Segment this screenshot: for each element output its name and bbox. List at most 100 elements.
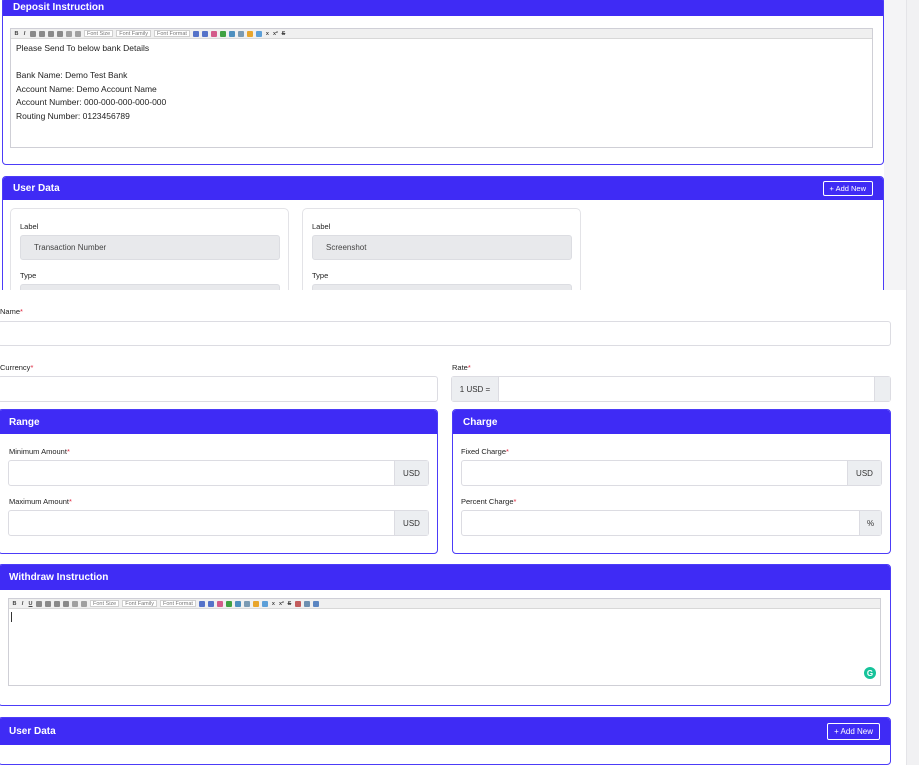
- withdraw-instruction-header: Withdraw Instruction: [0, 565, 890, 590]
- emoji-icon[interactable]: [252, 600, 259, 607]
- underline-button[interactable]: U: [28, 601, 33, 607]
- add-new-button-bottom[interactable]: + Add New: [827, 723, 880, 740]
- deposit-instruction-text[interactable]: Please Send To below bank Details Bank N…: [11, 39, 872, 126]
- currency-label: Currency*: [0, 363, 34, 372]
- lower-form-panel: Name* Currency* Rate* 1 USD = Range Mini…: [0, 290, 904, 765]
- currency-input[interactable]: [0, 376, 438, 402]
- min-amount-unit: USD: [394, 461, 428, 485]
- user-data-header-bottom: User Data + Add New: [0, 718, 890, 745]
- link-icon[interactable]: [234, 600, 241, 607]
- item-1-label-input: Transaction Number: [20, 235, 280, 260]
- withdraw-instruction-title: Withdraw Instruction: [9, 572, 109, 583]
- deposit-instruction-header: Deposit Instruction: [3, 0, 883, 16]
- fixed-charge-label: Fixed Charge*: [461, 447, 509, 456]
- max-amount-label: Maximum Amount*: [9, 497, 72, 506]
- min-amount-label: Minimum Amount*: [9, 447, 70, 456]
- indent-icon[interactable]: [192, 30, 199, 37]
- percent-charge-unit: %: [859, 511, 881, 535]
- subscript-icon[interactable]: x: [265, 31, 270, 37]
- deposit-editor-toolbar: B I Font Size Font Family Font Format x …: [11, 29, 872, 39]
- charge-header: Charge: [453, 410, 890, 434]
- unordered-list-icon[interactable]: [72, 600, 78, 607]
- item-2-label-value: Screenshot: [326, 243, 367, 252]
- percent-charge-input[interactable]: %: [461, 510, 882, 536]
- fixed-charge-unit: USD: [847, 461, 881, 485]
- user-data-header-top: User Data + Add New: [3, 177, 883, 200]
- withdraw-editor-toolbar: B I U Font Size Font Family Font Format …: [9, 599, 880, 609]
- rate-input[interactable]: 1 USD =: [451, 376, 891, 402]
- outdent-icon[interactable]: [201, 30, 208, 37]
- ordered-list-icon[interactable]: [75, 30, 81, 37]
- align-center-icon[interactable]: [39, 30, 45, 37]
- superscript-icon[interactable]: x²: [279, 601, 284, 607]
- withdraw-instruction-text[interactable]: [9, 609, 880, 627]
- font-format-select[interactable]: Font Format: [153, 30, 190, 37]
- emoji-icon[interactable]: [246, 30, 253, 37]
- item-1-type-caption: Type: [20, 271, 37, 280]
- grammarly-icon[interactable]: G: [864, 667, 876, 679]
- align-left-icon[interactable]: [30, 30, 36, 37]
- charge-title: Charge: [463, 416, 498, 428]
- image-icon[interactable]: [255, 30, 262, 37]
- withdraw-instruction-editor[interactable]: B I U Font Size Font Family Font Format …: [8, 598, 881, 686]
- align-justify-icon[interactable]: [57, 30, 63, 37]
- horizontal-rule-icon[interactable]: [303, 600, 310, 607]
- item-2-label-input: Screenshot: [312, 235, 572, 260]
- range-title: Range: [9, 416, 40, 428]
- strikethrough-icon[interactable]: S: [281, 31, 286, 37]
- bold-button[interactable]: B: [14, 31, 19, 37]
- deposit-instruction-title: Deposit Instruction: [13, 1, 105, 13]
- rate-label: Rate*: [452, 363, 471, 372]
- range-header: Range: [0, 410, 437, 434]
- font-size-select[interactable]: Font Size: [90, 600, 120, 607]
- item-1-label-value: Transaction Number: [34, 243, 107, 252]
- subscript-icon[interactable]: x: [271, 601, 276, 607]
- align-right-icon[interactable]: [54, 600, 60, 607]
- item-2-type-caption: Type: [312, 271, 329, 280]
- highlight-icon[interactable]: [225, 600, 232, 607]
- outdent-icon[interactable]: [207, 600, 214, 607]
- strikethrough-icon[interactable]: S: [287, 601, 292, 607]
- font-size-select[interactable]: Font Size: [84, 30, 114, 37]
- align-right-icon[interactable]: [48, 30, 54, 37]
- scrollbar-track[interactable]: [906, 0, 919, 765]
- align-center-icon[interactable]: [45, 600, 51, 607]
- superscript-icon[interactable]: x²: [273, 31, 278, 37]
- highlight-icon[interactable]: [219, 30, 226, 37]
- percent-charge-label: Percent Charge*: [461, 497, 517, 506]
- unlink-icon[interactable]: [237, 30, 244, 37]
- item-1-label-caption: Label: [20, 222, 39, 231]
- indent-icon[interactable]: [198, 600, 205, 607]
- remove-format-icon[interactable]: [294, 600, 301, 607]
- add-new-button-top[interactable]: + Add New: [822, 181, 873, 196]
- user-data-title-top: User Data: [13, 183, 60, 194]
- font-family-select[interactable]: Font Family: [122, 600, 157, 607]
- unlink-icon[interactable]: [243, 600, 250, 607]
- image-icon[interactable]: [261, 600, 268, 607]
- item-2-label-caption: Label: [312, 222, 331, 231]
- max-amount-input[interactable]: USD: [8, 510, 429, 536]
- user-data-card-bottom: User Data + Add New: [0, 717, 891, 765]
- link-icon[interactable]: [228, 30, 235, 37]
- rate-prefix: 1 USD =: [452, 377, 499, 401]
- color-icon[interactable]: [216, 600, 223, 607]
- fixed-charge-input[interactable]: USD: [461, 460, 882, 486]
- html-source-icon[interactable]: [312, 600, 319, 607]
- min-amount-input[interactable]: USD: [8, 460, 429, 486]
- font-format-select[interactable]: Font Format: [159, 600, 196, 607]
- top-gutter: [884, 0, 906, 290]
- deposit-instruction-editor[interactable]: B I Font Size Font Family Font Format x …: [10, 28, 873, 148]
- italic-button[interactable]: I: [22, 31, 27, 37]
- user-data-title-bottom: User Data: [9, 726, 56, 737]
- color-icon[interactable]: [210, 30, 217, 37]
- align-justify-icon[interactable]: [63, 600, 69, 607]
- name-input[interactable]: [0, 321, 891, 346]
- text-cursor: [11, 612, 12, 622]
- rate-suffix-addon: [874, 377, 890, 401]
- font-family-select[interactable]: Font Family: [116, 30, 151, 37]
- align-left-icon[interactable]: [36, 600, 42, 607]
- ordered-list-icon[interactable]: [81, 600, 87, 607]
- unordered-list-icon[interactable]: [66, 30, 72, 37]
- bold-button[interactable]: B: [12, 601, 17, 607]
- italic-button[interactable]: I: [20, 601, 25, 607]
